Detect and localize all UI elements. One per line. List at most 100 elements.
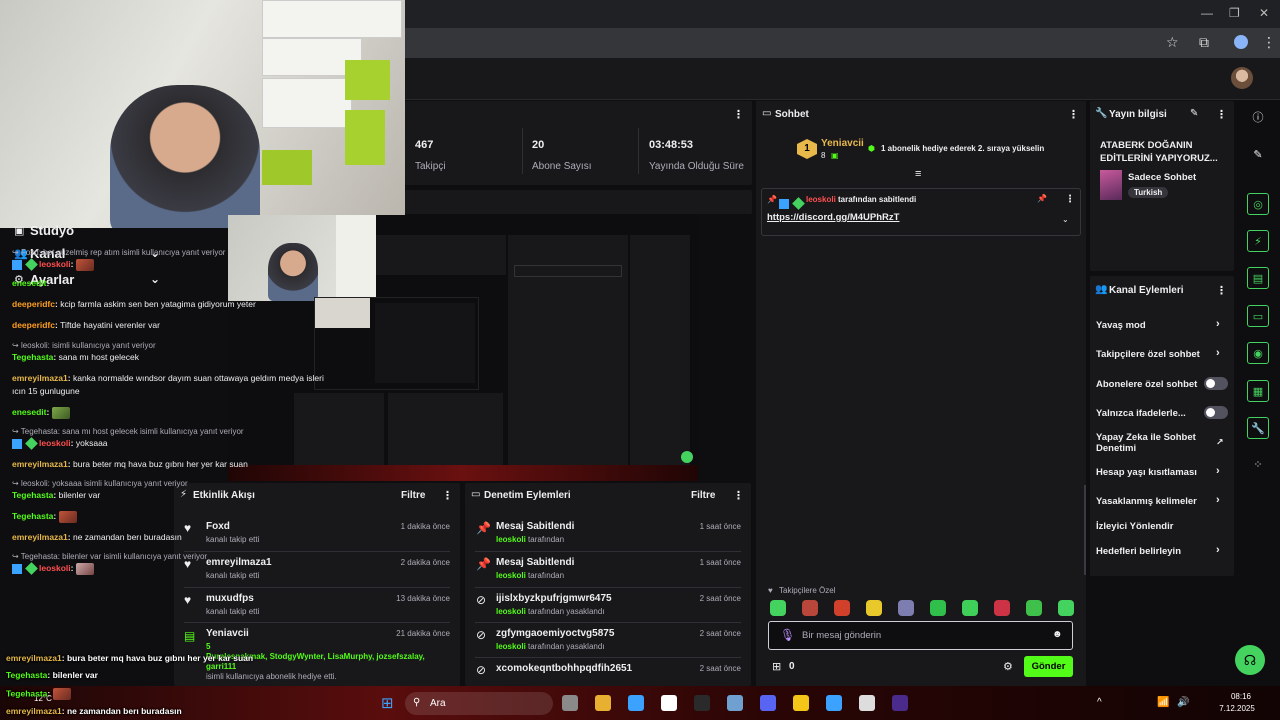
- pencil-icon[interactable]: ✎: [1190, 108, 1198, 119]
- camera-icon[interactable]: ◎: [1247, 193, 1269, 215]
- slow-mode-item[interactable]: Yavaş mod: [1096, 320, 1228, 331]
- pencil-icon[interactable]: ✎: [1247, 144, 1269, 166]
- chat-username[interactable]: leoskoli: [39, 563, 71, 573]
- mod-user[interactable]: leoskoli: [496, 642, 526, 651]
- chevron-right-icon[interactable]: ›: [1216, 465, 1220, 477]
- volume-icon[interactable]: 🔊: [1177, 697, 1189, 708]
- chat-username[interactable]: Tegehasta: [12, 511, 53, 521]
- chat-username[interactable]: leoskoli: [39, 438, 71, 448]
- mod-user[interactable]: leoskoli: [496, 607, 526, 616]
- send-button[interactable]: Gönder: [1024, 656, 1073, 677]
- avatar[interactable]: [1231, 67, 1253, 89]
- mod-user[interactable]: leoskoli: [496, 571, 526, 580]
- mic-icon[interactable]: 🎙: [780, 628, 795, 642]
- chat-username[interactable]: Tegehasta: [12, 490, 53, 500]
- app-icon[interactable]: [694, 695, 710, 711]
- category-thumbnail[interactable]: [1100, 170, 1122, 200]
- chat-username[interactable]: deeperidfc: [12, 320, 55, 330]
- event-user[interactable]: Yeniavcii: [206, 628, 249, 639]
- emoji-icon[interactable]: ☻: [1052, 629, 1063, 640]
- emote-button[interactable]: [770, 600, 786, 616]
- chevron-right-icon[interactable]: ›: [1216, 544, 1220, 556]
- event-user[interactable]: muxudfps: [206, 593, 254, 604]
- wifi-icon[interactable]: 📶: [1157, 697, 1169, 708]
- kebab-icon[interactable]: ⋮: [1065, 194, 1075, 205]
- taskbar-search[interactable]: [405, 692, 553, 715]
- notepad-icon[interactable]: [826, 695, 842, 711]
- ai-moderation-item[interactable]: Yapay Zeka ile Sohbet Denetimi: [1096, 432, 1206, 454]
- mod-user[interactable]: leoskoli: [496, 535, 526, 544]
- chevron-right-icon[interactable]: ›: [1216, 318, 1220, 330]
- chrome-icon[interactable]: [628, 695, 644, 711]
- obs-icon[interactable]: [859, 695, 875, 711]
- sub-only-toggle[interactable]: [1204, 377, 1228, 390]
- clipboard-icon[interactable]: ▤: [1247, 267, 1269, 289]
- app-icon[interactable]: [727, 695, 743, 711]
- kebab-icon[interactable]: ⋮: [1068, 108, 1079, 121]
- emote-button[interactable]: [802, 600, 818, 616]
- kebab-icon[interactable]: ⋮: [733, 489, 744, 502]
- top-gifter-name[interactable]: Yeniavcii: [821, 138, 864, 149]
- help-icon[interactable]: ☊: [1235, 645, 1265, 675]
- kebab-icon[interactable]: ⋮: [1216, 284, 1227, 297]
- emote-button[interactable]: [930, 600, 946, 616]
- chat-scrollbar[interactable]: [1084, 485, 1086, 575]
- chat-username[interactable]: emreyilmaza1: [12, 373, 68, 383]
- kebab-icon[interactable]: ⋮: [1216, 108, 1227, 121]
- kebab-icon[interactable]: ⋮: [442, 489, 453, 502]
- pinned-by-user[interactable]: leoskoli: [806, 195, 836, 204]
- raid-item[interactable]: İzleyici Yönlendir: [1096, 521, 1228, 532]
- restore-icon[interactable]: ❐: [1229, 6, 1240, 20]
- minimize-icon[interactable]: —: [1201, 6, 1213, 20]
- kebab-icon[interactable]: ⋮: [733, 108, 744, 121]
- broadcast-icon[interactable]: ◉: [1247, 342, 1269, 364]
- activity-filter-button[interactable]: Filtre: [401, 490, 425, 501]
- chat-username[interactable]: enesedit: [12, 407, 47, 417]
- chevron-down-icon[interactable]: ⌄: [1062, 215, 1069, 224]
- clock-time[interactable]: 08:16: [1224, 692, 1258, 701]
- sidebar-item-studio[interactable]: ▣ Stüdyo: [14, 220, 160, 240]
- follower-only-item[interactable]: Takipçilere özel sohbet: [1096, 349, 1228, 360]
- banned-words-item[interactable]: Yasaklanmış kelimeler: [1096, 496, 1228, 507]
- kebab-icon[interactable]: ⋮: [1262, 34, 1276, 51]
- emote-button[interactable]: [1058, 600, 1074, 616]
- star-icon[interactable]: ☆: [1166, 34, 1179, 51]
- modlog-filter-button[interactable]: Filtre: [691, 490, 715, 501]
- folder-icon[interactable]: [595, 695, 611, 711]
- chat-username[interactable]: emreyilmaza1: [12, 532, 68, 542]
- chat-username[interactable]: emreyilmaza1: [12, 459, 68, 469]
- profile-icon[interactable]: [1234, 35, 1248, 49]
- account-age-item[interactable]: Hesap yaşı kısıtlaması: [1096, 467, 1228, 478]
- close-icon[interactable]: ✕: [1259, 6, 1269, 20]
- chevron-right-icon[interactable]: ›: [1216, 494, 1220, 506]
- category-name[interactable]: Sadece Sohbet: [1128, 172, 1196, 183]
- emote-only-toggle[interactable]: [1204, 406, 1228, 419]
- puzzle-icon[interactable]: ⧉: [1199, 34, 1209, 51]
- media-encoder-icon[interactable]: [892, 695, 908, 711]
- language-tag[interactable]: Turkish: [1128, 187, 1169, 198]
- chat-username[interactable]: deeperidfc: [12, 299, 55, 309]
- wrench-icon[interactable]: 🔧: [1247, 417, 1269, 439]
- chat-username[interactable]: Tegehasta: [12, 352, 53, 362]
- discord-icon[interactable]: [760, 695, 776, 711]
- emote-button[interactable]: [1026, 600, 1042, 616]
- file-explorer-icon[interactable]: [562, 695, 578, 711]
- external-link-icon[interactable]: ↗: [1216, 437, 1224, 448]
- emote-button[interactable]: [994, 600, 1010, 616]
- emote-button[interactable]: [962, 600, 978, 616]
- app-icon[interactable]: [661, 695, 677, 711]
- layout-icon[interactable]: ▦: [1247, 380, 1269, 402]
- lightning-icon[interactable]: ⚡: [1247, 230, 1269, 252]
- chat-username[interactable]: leoskoli: [39, 259, 71, 269]
- tray-chevron-icon[interactable]: ^: [1097, 697, 1102, 708]
- collapse-icon[interactable]: ≡: [915, 168, 921, 180]
- chat-icon[interactable]: ▭: [1247, 305, 1269, 327]
- pinned-link[interactable]: https://discord.gg/M4UPhRzT: [767, 212, 899, 223]
- emote-button[interactable]: [834, 600, 850, 616]
- gift-prompt[interactable]: 1 abonelik hediye ederek 2. sıraya yükse…: [881, 144, 1044, 153]
- windows-start-icon[interactable]: ⊞: [381, 694, 394, 712]
- emote-button[interactable]: [866, 600, 882, 616]
- nodes-icon[interactable]: ⁘: [1247, 454, 1269, 476]
- chat-username[interactable]: enesedit: [12, 278, 47, 288]
- clock-date[interactable]: 7.12.2025: [1213, 704, 1261, 713]
